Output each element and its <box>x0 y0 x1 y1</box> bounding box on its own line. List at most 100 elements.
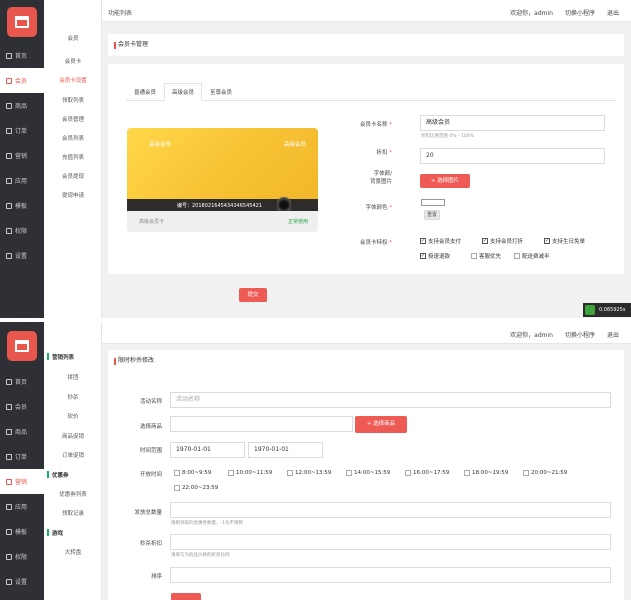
privilege-pay[interactable]: ✓ 支持会员支付 <box>420 237 461 245</box>
slot-checkbox[interactable]: 22:00~23:59 <box>174 485 218 491</box>
nav-item-member[interactable]: 会员 <box>0 68 44 93</box>
logout-link[interactable]: 退出 <box>607 8 619 17</box>
submenu-item-claim-record[interactable]: 领取记录 <box>44 509 102 517</box>
privilege-discount[interactable]: ✓ 支持会员打折 <box>482 237 523 245</box>
color-picker[interactable] <box>421 199 445 206</box>
order-icon <box>6 453 12 460</box>
reset-color-button[interactable]: 重置 <box>424 210 440 220</box>
top-bar: 欢迎你，admin 切换小程序 退出 <box>102 322 631 344</box>
end-date-input[interactable]: 1970-01-01 <box>248 442 323 458</box>
checkbox-icon <box>174 470 180 476</box>
checkbox-label: 支持生日免单 <box>552 239 586 245</box>
nav-item-template[interactable]: 模板 <box>0 519 44 544</box>
nav-label: 营销 <box>15 153 28 160</box>
submenu-item-wheel[interactable]: 大转盘 <box>44 548 102 556</box>
nav-item-member[interactable]: 会员 <box>0 394 44 419</box>
nav-item-app[interactable]: 应用 <box>0 494 44 519</box>
slot-checkbox[interactable]: 16:00~17:59 <box>405 470 449 476</box>
submenu-item-card-settings[interactable]: 会员卡设置 <box>44 76 102 84</box>
slot-checkbox[interactable]: 10:00~11:59 <box>228 470 272 476</box>
nav-label: 模板 <box>15 529 28 536</box>
privilege-refund[interactable]: ✓ 极速退款 <box>420 252 450 260</box>
privilege-service[interactable]: 客服优先 <box>471 252 501 260</box>
tab-supreme-member[interactable]: 至尊会员 <box>202 83 240 101</box>
app-logo[interactable] <box>7 331 37 361</box>
timer-value: 0.065925s <box>599 307 626 313</box>
submenu-item-bargain[interactable]: 砍价 <box>44 412 102 420</box>
submenu-item-recharge-list[interactable]: 充值列表 <box>44 153 102 161</box>
submenu-item-claim-list[interactable]: 领取列表 <box>44 96 102 104</box>
time-range-label: 时间范围 <box>139 448 162 454</box>
nav-item-permission[interactable]: 权限 <box>0 544 44 569</box>
main-sidebar: 首页 会员 商品 订单 营销 应用 模板 权限 设置 <box>0 0 44 318</box>
template-icon <box>6 202 12 209</box>
submenu-item-coupon-list[interactable]: 优惠券列表 <box>44 490 102 498</box>
switch-miniprogram-link[interactable]: 切换小程序 <box>565 8 595 17</box>
slot-checkbox[interactable]: 8:00~9:59 <box>174 470 211 476</box>
logout-link[interactable]: 退出 <box>607 330 619 339</box>
top-actions: 欢迎你，admin 切换小程序 退出 <box>510 330 619 339</box>
nav-item-goods[interactable]: 商品 <box>0 419 44 444</box>
nav-item-settings[interactable]: 设置 <box>0 569 44 594</box>
checkbox-label: 8:00~9:59 <box>182 470 212 476</box>
submenu-item-card[interactable]: 会员卡 <box>44 57 102 65</box>
nav-item-permission[interactable]: 权限 <box>0 218 44 243</box>
privilege-delivery[interactable]: 配送费减半 <box>514 252 550 260</box>
goods-input[interactable] <box>170 416 353 432</box>
nav-item-home[interactable]: 首页 <box>0 43 44 68</box>
slot-checkbox[interactable]: 14:00~15:59 <box>346 470 390 476</box>
submenu-item-withdraw-apply[interactable]: 提现申请 <box>44 191 102 199</box>
nav-item-app[interactable]: 应用 <box>0 168 44 193</box>
label-line-1: 字体颜/ <box>373 171 392 177</box>
nav-item-marketing[interactable]: 营销 <box>0 469 44 494</box>
card-name-input[interactable]: 高级会员 <box>420 115 605 131</box>
submenu-item-order-promo[interactable]: 订单促销 <box>44 451 102 459</box>
label-text: 会员卡名称 <box>359 122 388 128</box>
select-goods-button[interactable]: + 选择商品 <box>355 416 407 433</box>
nav-item-order[interactable]: 订单 <box>0 444 44 469</box>
discount-label: 折扣 * <box>376 150 392 156</box>
activity-name-label: 活动名称 <box>139 399 162 405</box>
nav-item-marketing[interactable]: 营销 <box>0 143 44 168</box>
slot-checkbox[interactable]: 20:00~21:59 <box>523 470 567 476</box>
submenu-item-seckill[interactable]: 秒杀 <box>44 393 102 401</box>
total-input[interactable] <box>170 502 611 518</box>
submenu-item-goods-promo[interactable]: 商品促销 <box>44 432 102 440</box>
privilege-birthday[interactable]: ✓ 支持生日免单 <box>544 237 585 245</box>
app-logo[interactable] <box>7 7 37 37</box>
nav-item-settings[interactable]: 设置 <box>0 243 44 268</box>
checkbox-checked-icon: ✓ <box>544 238 550 244</box>
nav-item-goods[interactable]: 商品 <box>0 93 44 118</box>
user-icon <box>6 77 12 84</box>
open-time-label: 开放时间 <box>139 472 162 478</box>
nav-label: 首页 <box>15 379 28 386</box>
switch-miniprogram-link[interactable]: 切换小程序 <box>565 330 595 339</box>
card-number: 编号：2018021645434346545421 <box>177 203 262 209</box>
activity-name-input[interactable]: 活动名称 <box>170 392 611 408</box>
submenu-item-member-list[interactable]: 会员列表 <box>44 134 102 142</box>
checkbox-icon <box>228 470 234 476</box>
sort-input[interactable] <box>170 567 611 583</box>
member-level-tabs: 普通会员 高级会员 至尊会员 <box>126 83 616 101</box>
member-card-preview: 高级会员 高级会员 编号：2018021645434346545421 高级会员… <box>127 128 318 232</box>
submenu-item-withdraw[interactable]: 会员提现 <box>44 172 102 180</box>
select-image-button[interactable]: + 选择图片 <box>420 174 470 188</box>
slot-checkbox[interactable]: 18:00~19:59 <box>464 470 508 476</box>
nav-item-home[interactable]: 首页 <box>0 369 44 394</box>
nav-item-template[interactable]: 模板 <box>0 193 44 218</box>
discount-input[interactable]: 20 <box>420 148 605 164</box>
checkbox-icon <box>471 253 477 259</box>
seckill-discount-label: 秒杀折扣 <box>139 541 162 547</box>
submit-button[interactable]: 提交 <box>239 288 267 302</box>
submenu-item-member-manage[interactable]: 会员管理 <box>44 115 102 123</box>
bg-image-label: 字体颜/ 背景图片 <box>340 170 392 186</box>
nav-item-order[interactable]: 订单 <box>0 118 44 143</box>
submenu-item-group-buy[interactable]: 拼团 <box>44 373 102 381</box>
start-date-input[interactable]: 1970-01-01 <box>170 442 245 458</box>
tab-normal-member[interactable]: 普通会员 <box>126 83 164 101</box>
save-button[interactable] <box>171 593 201 600</box>
seckill-discount-input[interactable] <box>170 534 611 550</box>
nav-label: 商品 <box>15 103 28 110</box>
tab-senior-member[interactable]: 高级会员 <box>164 83 203 101</box>
slot-checkbox[interactable]: 12:00~13:59 <box>287 470 331 476</box>
